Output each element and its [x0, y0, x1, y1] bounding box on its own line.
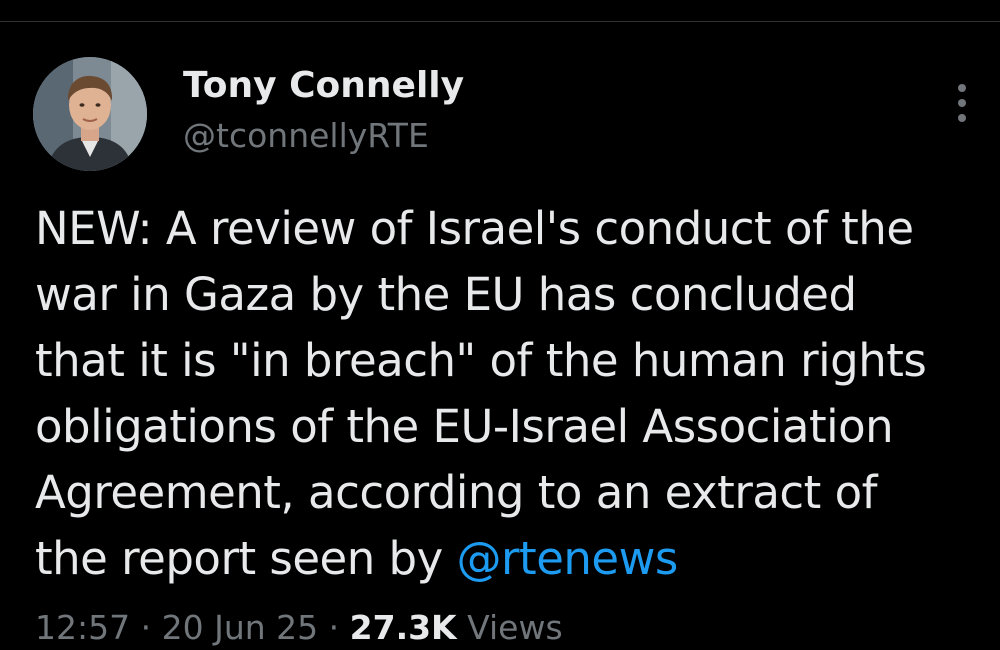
tweet-text-line: the report seen by [35, 532, 457, 585]
tweet-time[interactable]: 12:57 [35, 608, 130, 647]
mention-link[interactable]: @rtenews [457, 532, 679, 585]
author-handle[interactable]: @tconnellyRTE [183, 113, 429, 159]
avatar-image [33, 57, 147, 171]
more-vertical-icon [958, 84, 966, 92]
tweet-text-line: war in Gaza by the EU has concluded [35, 268, 857, 321]
tweet-text-line: NEW: A review of Israel's conduct of the [35, 202, 914, 255]
more-options-button[interactable] [945, 80, 979, 126]
tweet-text-line: that it is "in breach" of the human righ… [35, 334, 927, 387]
meta-separator: · [328, 608, 340, 647]
tweet-meta: 12:57 · 20 Jun 25 · 27.3K Views [35, 606, 563, 650]
views-count: 27.3K [349, 608, 457, 647]
tweet-text-line: obligations of the EU-Israel Association [35, 400, 894, 453]
tweet-text-line: Agreement, according to an extract of [35, 466, 877, 519]
tweet-date[interactable]: 20 Jun 25 [162, 608, 319, 647]
top-divider [0, 21, 1000, 22]
more-vertical-icon-dot [958, 99, 966, 107]
author-display-name[interactable]: Tony Connelly [183, 62, 464, 110]
avatar[interactable] [33, 57, 147, 171]
tweet-text-last-line: the report seen by @rtenews [35, 526, 985, 592]
tweet-text: NEW: A review of Israel's conduct of the… [35, 196, 985, 592]
more-vertical-icon-dot [958, 114, 966, 122]
meta-separator: · [140, 608, 152, 647]
views-label: Views [467, 608, 563, 647]
